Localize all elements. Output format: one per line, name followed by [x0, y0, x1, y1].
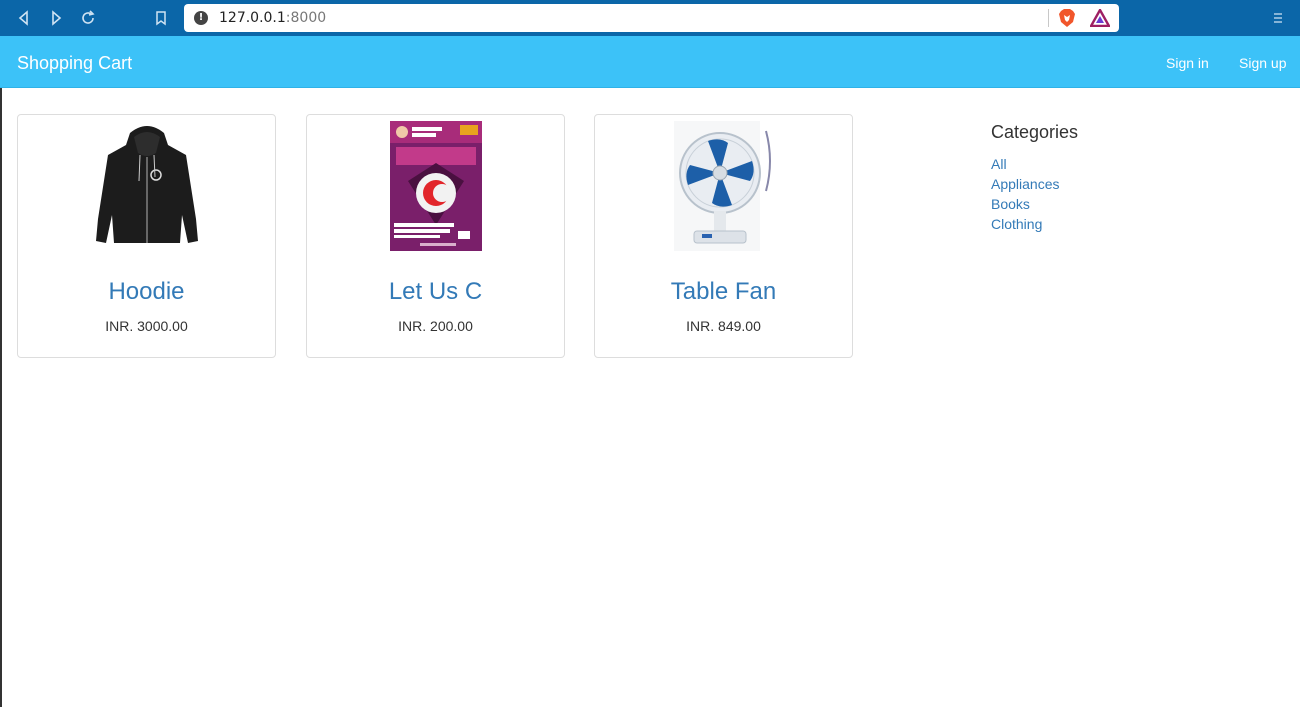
product-title[interactable]: Hoodie — [18, 278, 275, 306]
sign-in-link[interactable]: Sign in — [1166, 55, 1209, 71]
bookmark-icon[interactable] — [151, 8, 171, 28]
book-cover-image[interactable] — [371, 119, 501, 253]
product-price: INR. 200.00 — [398, 318, 473, 334]
navbar: Shopping Cart Sign in Sign up — [0, 36, 1300, 88]
forward-icon[interactable] — [46, 8, 66, 28]
hoodie-image[interactable] — [82, 119, 212, 253]
category-link-books[interactable]: Books — [991, 194, 1191, 214]
address-bar[interactable]: ! 127.0.0.1:8000 — [184, 4, 1119, 32]
category-link-all[interactable]: All — [991, 154, 1191, 174]
browser-toolbar: ! 127.0.0.1:8000 — [0, 0, 1300, 36]
product-card-hoodie[interactable]: Hoodie INR. 3000.00 — [17, 114, 276, 358]
sign-up-link[interactable]: Sign up — [1239, 55, 1286, 71]
product-price: INR. 3000.00 — [105, 318, 188, 334]
url-text: 127.0.0.1:8000 — [219, 10, 326, 26]
url-host: 127.0.0.1 — [219, 10, 286, 26]
product-price: INR. 849.00 — [686, 318, 761, 334]
back-icon[interactable] — [14, 8, 34, 28]
window-edge — [0, 88, 2, 707]
url-port: :8000 — [285, 10, 327, 26]
product-card-table-fan[interactable]: Table Fan INR. 849.00 — [594, 114, 853, 358]
site-info-icon[interactable]: ! — [194, 11, 208, 25]
product-title[interactable]: Table Fan — [595, 278, 852, 306]
reload-icon[interactable] — [78, 8, 98, 28]
category-link-clothing[interactable]: Clothing — [991, 214, 1191, 234]
menu-icon[interactable] — [1270, 10, 1286, 26]
table-fan-image[interactable] — [659, 119, 789, 253]
divider — [1048, 9, 1049, 27]
categories-heading: Categories — [991, 122, 1079, 142]
brand-link[interactable]: Shopping Cart — [17, 53, 132, 74]
brave-shield-icon[interactable] — [1058, 8, 1076, 28]
category-link-appliances[interactable]: Appliances — [991, 174, 1191, 194]
product-card-let-us-c[interactable]: Let Us C INR. 200.00 — [306, 114, 565, 358]
brave-rewards-icon[interactable] — [1088, 7, 1112, 28]
product-title[interactable]: Let Us C — [307, 278, 564, 306]
categories-sidebar: Categories All Appliances Books Clothing — [991, 122, 1191, 234]
